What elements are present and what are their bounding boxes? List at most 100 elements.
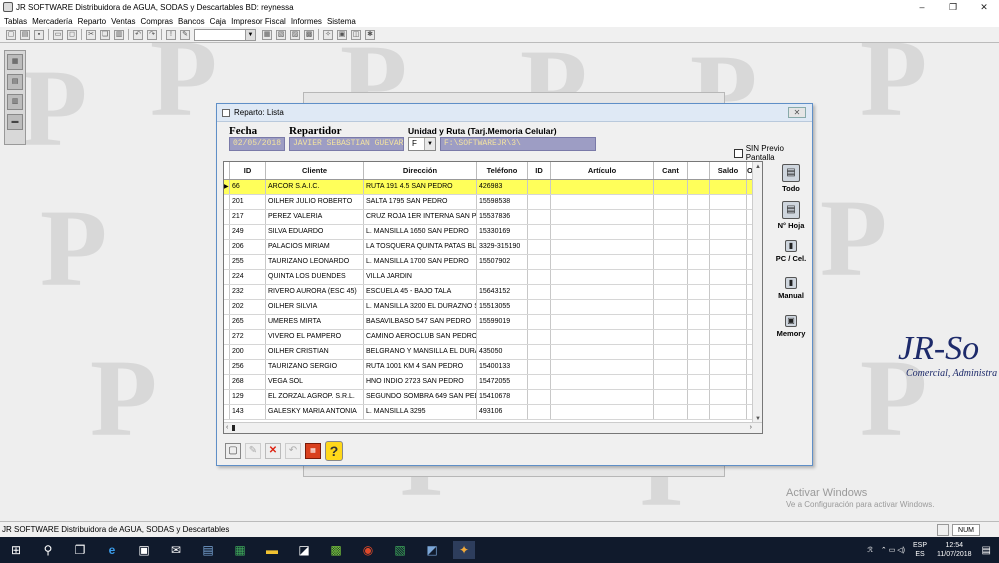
scroll-left-icon[interactable]: ‹ (226, 423, 228, 433)
mail-icon[interactable]: ✉ (165, 541, 187, 559)
cell-blank[interactable] (688, 375, 710, 389)
cell-direccion[interactable]: RUTA 1001 KM 4 SAN PEDRO (364, 360, 477, 374)
cell-direccion[interactable]: SEGUNDO SOMBRA 649 SAN PED (364, 390, 477, 404)
cell-saldo[interactable] (710, 360, 747, 374)
quick-launch-icon[interactable]: ▦ (7, 54, 23, 70)
tools-icon[interactable]: ✧ (323, 29, 333, 40)
cell-articulo[interactable] (551, 405, 654, 419)
cell-cliente[interactable]: UMERES MIRTA (266, 315, 364, 329)
preview-icon[interactable]: ◻ (67, 29, 77, 40)
cell-direccion[interactable]: LA TOSQUERA QUINTA PATAS BLA (364, 240, 477, 254)
cell-cliente[interactable]: EL ZORZAL AGROP. S.R.L. (266, 390, 364, 404)
cell-articulo[interactable] (551, 285, 654, 299)
grid-vertical-scrollbar[interactable]: ▲ ▼ (752, 162, 762, 424)
cell-id[interactable]: 143 (230, 405, 266, 419)
cell-cant[interactable] (654, 195, 688, 209)
cell-blank[interactable] (688, 405, 710, 419)
cell-cant[interactable] (654, 225, 688, 239)
calculator-icon[interactable]: ▦ (305, 443, 321, 459)
cell-id[interactable]: 202 (230, 300, 266, 314)
cell-telefono[interactable]: 435050 (477, 345, 528, 359)
cell-cant[interactable] (654, 390, 688, 404)
cell-blank[interactable] (688, 225, 710, 239)
cell-saldo[interactable] (710, 330, 747, 344)
cell-telefono[interactable]: 3329-315190 (477, 240, 528, 254)
save-icon[interactable]: ▪ (34, 29, 44, 40)
cell-telefono[interactable] (477, 270, 528, 284)
tray-icons[interactable]: ⌃ ▭ ◁) (881, 546, 905, 554)
cell-blank[interactable] (688, 180, 710, 194)
form-icon[interactable]: ▨ (290, 29, 300, 40)
cell-blank[interactable] (688, 210, 710, 224)
cell-blank[interactable] (688, 345, 710, 359)
cell-telefono[interactable]: 15507902 (477, 255, 528, 269)
edit-icon[interactable]: ✎ (180, 29, 190, 40)
cell-articulo[interactable] (551, 330, 654, 344)
cell-id[interactable]: 217 (230, 210, 266, 224)
cell-id2[interactable] (528, 345, 551, 359)
cell-id[interactable]: 232 (230, 285, 266, 299)
table-row[interactable]: 206 PALACIOS MIRIAM LA TOSQUERA QUINTA PAT… (224, 240, 762, 255)
cell-cliente[interactable]: PEREZ VALERIA (266, 210, 364, 224)
cell-id2[interactable] (528, 315, 551, 329)
repartidor-field[interactable]: JAVIER SEBASTIAN GUEVAR (289, 137, 404, 151)
app-icon[interactable]: ◪ (293, 541, 315, 559)
cell-id[interactable]: 224 (230, 270, 266, 284)
cell-id[interactable]: 255 (230, 255, 266, 269)
menu-compras[interactable]: Compras (141, 17, 173, 26)
cell-blank[interactable] (688, 255, 710, 269)
cell-cliente[interactable]: GALESKY MARIA ANTONIA (266, 405, 364, 419)
cell-id2[interactable] (528, 330, 551, 344)
cell-blank[interactable] (688, 360, 710, 374)
cell-direccion[interactable]: RUTA 191 4.5 SAN PEDRO (364, 180, 477, 194)
cell-id[interactable]: 265 (230, 315, 266, 329)
cell-saldo[interactable] (710, 300, 747, 314)
cell-id[interactable]: 206 (230, 240, 266, 254)
cell-id[interactable]: 129 (230, 390, 266, 404)
header-cliente[interactable]: Cliente (266, 162, 364, 179)
cell-blank[interactable] (688, 195, 710, 209)
cell-cant[interactable] (654, 210, 688, 224)
redo-icon[interactable]: ↷ (147, 29, 157, 40)
paste-icon[interactable]: ▥ (114, 29, 124, 40)
cell-id2[interactable] (528, 360, 551, 374)
cell-articulo[interactable] (551, 360, 654, 374)
cell-id[interactable]: 66 (230, 180, 266, 194)
cell-cant[interactable] (654, 285, 688, 299)
cell-articulo[interactable] (551, 345, 654, 359)
cell-id[interactable]: 268 (230, 375, 266, 389)
ruta-field[interactable]: F:\SOFTWAREJR\3\ (440, 137, 596, 151)
scroll-thumb[interactable] (232, 425, 235, 431)
store-icon[interactable]: ▣ (133, 541, 155, 559)
zoom-icon[interactable]: ▩ (304, 29, 314, 40)
cell-cliente[interactable]: ARCOR S.A.I.C. (266, 180, 364, 194)
quick-launch-icon[interactable]: ▬ (7, 114, 23, 130)
cell-id2[interactable] (528, 375, 551, 389)
todo-button[interactable]: ▤ Todo (774, 164, 808, 193)
cell-articulo[interactable] (551, 300, 654, 314)
cell-saldo[interactable] (710, 210, 747, 224)
cell-id2[interactable] (528, 180, 551, 194)
app-icon[interactable]: ◩ (421, 541, 443, 559)
menu-informes[interactable]: Informes (291, 17, 322, 26)
cell-telefono[interactable] (477, 330, 528, 344)
cell-cliente[interactable]: QUINTA LOS DUENDES (266, 270, 364, 284)
edge-icon[interactable]: e (101, 541, 123, 559)
jr-software-icon[interactable]: ✦ (453, 541, 475, 559)
cell-id2[interactable] (528, 240, 551, 254)
cell-saldo[interactable] (710, 345, 747, 359)
cell-blank[interactable] (688, 390, 710, 404)
people-icon[interactable]: ℛ (867, 546, 873, 554)
cell-direccion[interactable]: BASAVILBASO 547 SAN PEDRO (364, 315, 477, 329)
quick-launch-icon[interactable]: ▤ (7, 74, 23, 90)
cell-id2[interactable] (528, 390, 551, 404)
cell-cant[interactable] (654, 255, 688, 269)
header-cant[interactable]: Cant (654, 162, 688, 179)
grid-icon[interactable]: ▦ (262, 29, 272, 40)
cell-saldo[interactable] (710, 195, 747, 209)
cell-direccion[interactable]: VILLA JARDIN (364, 270, 477, 284)
calc-icon[interactable]: ▣ (337, 29, 347, 40)
menu-sistema[interactable]: Sistema (327, 17, 356, 26)
folder-icon[interactable]: ▬ (261, 541, 283, 559)
cell-articulo[interactable] (551, 255, 654, 269)
